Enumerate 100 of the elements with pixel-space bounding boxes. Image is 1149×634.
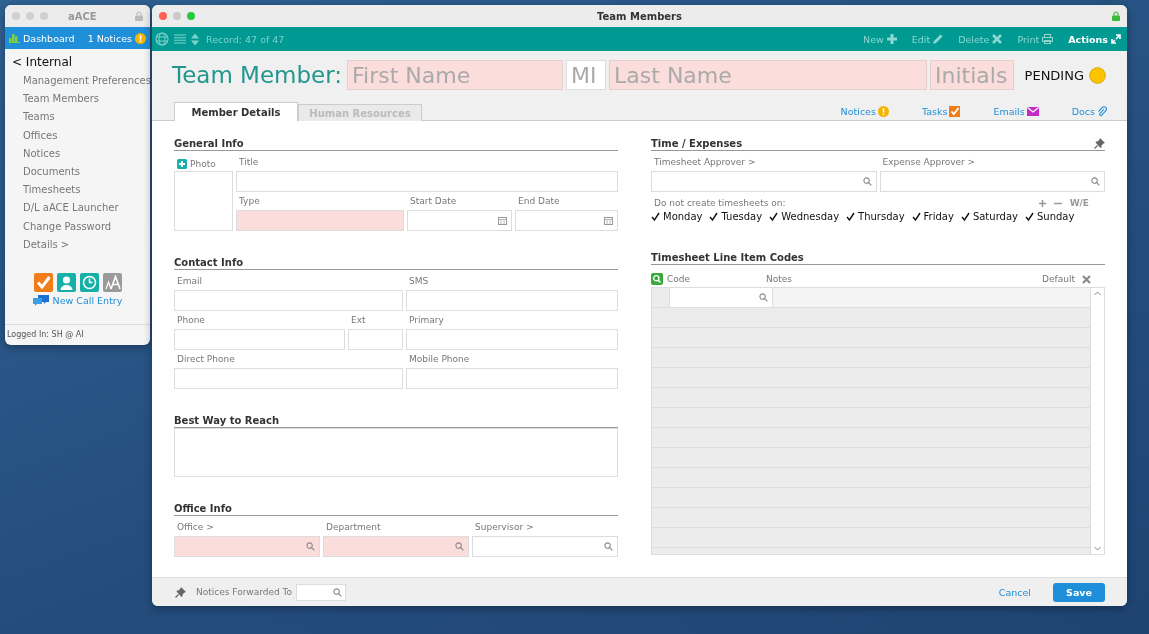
- input-field[interactable]: [406, 290, 618, 311]
- cancel-link[interactable]: Cancel: [998, 586, 1031, 598]
- font-size-icon[interactable]: [102, 273, 122, 293]
- input-field[interactable]: [174, 290, 403, 311]
- back-link[interactable]: < Internal: [12, 55, 150, 69]
- date-field[interactable]: [407, 210, 512, 231]
- field-label: Office >: [176, 522, 215, 534]
- section-title: Time / Expenses: [651, 138, 743, 149]
- input-field[interactable]: [174, 329, 345, 350]
- save-button[interactable]: Save: [1053, 582, 1105, 602]
- close-icon[interactable]: [159, 12, 167, 20]
- checkmark-icon[interactable]: [1024, 210, 1035, 222]
- close-icon[interactable]: [1082, 274, 1091, 284]
- related-link[interactable]: Notices: [840, 106, 876, 117]
- plus-icon[interactable]: [1038, 199, 1046, 207]
- status-label: PENDING: [1024, 67, 1084, 83]
- calendar-icon[interactable]: [604, 216, 613, 225]
- tab[interactable]: Member Details: [174, 102, 298, 121]
- day-checkbox[interactable]: Wednesday: [769, 210, 840, 222]
- related-link[interactable]: Emails: [993, 106, 1025, 117]
- name-field[interactable]: Initials: [930, 60, 1015, 90]
- text-area[interactable]: [174, 428, 618, 477]
- task-check-icon[interactable]: [33, 273, 53, 293]
- nav-item[interactable]: Details >: [12, 235, 150, 255]
- day-checkbox[interactable]: Saturday: [960, 210, 1018, 222]
- day-checkbox[interactable]: Sunday: [1024, 210, 1075, 222]
- nav-item[interactable]: Offices: [12, 126, 150, 145]
- related-link[interactable]: Docs: [1071, 106, 1095, 117]
- search-icon[interactable]: [759, 293, 768, 302]
- menu-icon[interactable]: [174, 34, 186, 44]
- related-link[interactable]: Tasks: [921, 106, 948, 117]
- search-icon[interactable]: [333, 587, 343, 597]
- input-field[interactable]: [348, 329, 403, 350]
- search-icon[interactable]: [651, 273, 663, 285]
- nav-item[interactable]: Timesheets: [12, 181, 150, 200]
- checkmark-icon[interactable]: [911, 210, 922, 222]
- dashboard-link[interactable]: Dashboard: [23, 32, 75, 44]
- clock-icon[interactable]: [79, 273, 99, 293]
- search-icon[interactable]: [455, 542, 464, 551]
- checkmark-icon[interactable]: [960, 210, 971, 222]
- nav-item[interactable]: Documents: [12, 163, 150, 182]
- chat-bubbles-icon: [32, 295, 49, 307]
- name-field[interactable]: First Name: [347, 60, 564, 90]
- calendar-icon[interactable]: [498, 216, 507, 225]
- checkmark-icon[interactable]: [709, 210, 720, 222]
- lookup-field[interactable]: [296, 583, 347, 601]
- checkmark-icon[interactable]: [769, 210, 780, 222]
- search-icon[interactable]: [862, 177, 872, 186]
- add-icon[interactable]: [177, 159, 187, 169]
- new-call-link[interactable]: New Call Entry: [52, 295, 123, 307]
- field-label: Department: [325, 522, 382, 534]
- input-field[interactable]: [174, 368, 403, 389]
- name-field[interactable]: MI: [566, 60, 607, 90]
- input-field[interactable]: [406, 329, 618, 350]
- section-title: Best Way to Reach: [174, 415, 280, 426]
- lookup-field[interactable]: [174, 536, 320, 557]
- day-checkbox[interactable]: Monday: [651, 210, 703, 222]
- day-checkbox[interactable]: Friday: [911, 210, 954, 222]
- nav-item[interactable]: Management Preferences: [12, 72, 150, 91]
- date-field[interactable]: [515, 210, 618, 231]
- input-field[interactable]: [406, 368, 618, 389]
- search-icon[interactable]: [1091, 177, 1100, 186]
- lookup-field[interactable]: [323, 536, 469, 557]
- code-search-field[interactable]: [670, 288, 773, 307]
- photo-frame[interactable]: [174, 171, 233, 231]
- notes-cell[interactable]: [773, 288, 1090, 307]
- nav-item[interactable]: Team Members: [12, 90, 150, 109]
- minimize-icon[interactable]: [173, 12, 181, 20]
- scroll-up-icon[interactable]: [1094, 291, 1101, 296]
- weekend-button[interactable]: W/E: [1069, 198, 1089, 208]
- checkmark-icon[interactable]: [846, 210, 857, 222]
- record-counter: Record: 47 of 47: [206, 33, 285, 45]
- person-icon[interactable]: [56, 273, 76, 293]
- search-icon[interactable]: [604, 542, 613, 551]
- checkmark-icon[interactable]: [651, 210, 661, 222]
- pin-icon[interactable]: [175, 586, 186, 598]
- input-field[interactable]: [236, 171, 618, 192]
- zoom-icon[interactable]: [187, 12, 195, 20]
- name-field[interactable]: Last Name: [609, 60, 928, 90]
- up-down-arrows-icon[interactable]: [191, 32, 199, 46]
- nav-item[interactable]: Change Password: [12, 217, 150, 236]
- nav-item[interactable]: Teams: [12, 108, 150, 127]
- scroll-down-icon[interactable]: [1094, 546, 1101, 551]
- search-icon[interactable]: [306, 542, 315, 551]
- zoom-icon[interactable]: [40, 12, 48, 20]
- nav-item[interactable]: D/L aACE Launcher: [12, 199, 150, 218]
- scrollbar[interactable]: [1090, 288, 1104, 554]
- pin-icon[interactable]: [1094, 138, 1105, 149]
- lookup-field[interactable]: [879, 171, 1105, 192]
- lookup-field[interactable]: [472, 536, 618, 557]
- lookup-field[interactable]: [651, 171, 877, 192]
- day-checkbox[interactable]: Tuesday: [709, 210, 763, 222]
- input-field[interactable]: [236, 210, 404, 231]
- section-title: Contact Info: [174, 257, 244, 268]
- toolbar-button[interactable]: Actions: [1068, 33, 1121, 45]
- globe-icon[interactable]: [155, 32, 169, 46]
- day-checkbox[interactable]: Thursday: [846, 210, 905, 222]
- notices-link[interactable]: 1 Notices: [87, 32, 132, 44]
- nav-item[interactable]: Notices: [12, 144, 150, 163]
- minimize-icon[interactable]: [26, 12, 34, 20]
